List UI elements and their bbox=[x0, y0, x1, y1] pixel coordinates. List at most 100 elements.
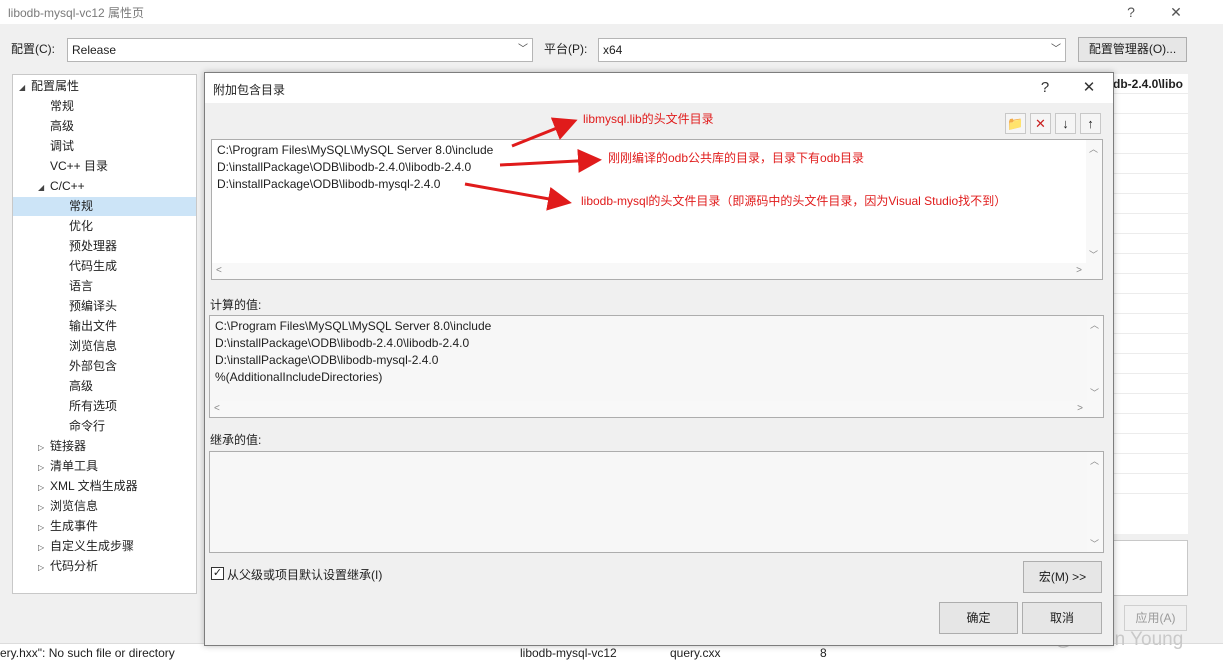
tree-item[interactable]: 外部包含 bbox=[13, 357, 196, 376]
tree-item[interactable]: ▷ 生成事件 bbox=[13, 517, 196, 536]
tree-item[interactable]: 优化 bbox=[13, 217, 196, 236]
config-value: Release bbox=[72, 43, 117, 57]
move-up-icon[interactable]: ↑ bbox=[1080, 113, 1101, 134]
horizontal-scrollbar[interactable]: < > bbox=[210, 401, 1087, 417]
tree-item[interactable]: ▷ 链接器 bbox=[13, 437, 196, 456]
tree-item[interactable]: 预处理器 bbox=[13, 237, 196, 256]
tree-item[interactable]: 所有选项 bbox=[13, 397, 196, 416]
inherit-checkbox[interactable]: ✓ bbox=[211, 567, 224, 580]
tree-item-label: 清单工具 bbox=[50, 459, 99, 473]
status-project: libodb-mysql-vc12 bbox=[520, 646, 617, 660]
tree-item[interactable]: ◢ 配置属性 bbox=[13, 77, 196, 96]
tree-item[interactable]: 调试 bbox=[13, 137, 196, 156]
new-folder-icon[interactable]: 📁 bbox=[1005, 113, 1026, 134]
computed-item: D:\installPackage\ODB\libodb-2.4.0\libod… bbox=[215, 336, 470, 350]
expand-icon[interactable]: ▷ bbox=[38, 498, 50, 517]
annotation-label: 刚刚编译的odb公共库的目录，目录下有odb目录 bbox=[608, 151, 865, 165]
scroll-right-icon[interactable]: > bbox=[1076, 265, 1082, 276]
expand-icon[interactable]: ▷ bbox=[38, 458, 50, 477]
annotation-label: libodb-mysql的头文件目录（即源码中的头文件目录，因为Visual S… bbox=[581, 194, 1007, 208]
tree-item[interactable]: 浏览信息 bbox=[13, 337, 196, 356]
tree-item[interactable]: ▷ 清单工具 bbox=[13, 457, 196, 476]
macros-button[interactable]: 宏(M) >> bbox=[1023, 561, 1102, 593]
inherited-values: ︿ ﹀ bbox=[209, 451, 1104, 553]
tree-item-label: 生成事件 bbox=[50, 519, 99, 533]
scroll-up-icon[interactable]: ︿ bbox=[1090, 454, 1099, 467]
tree-item-label: 高级 bbox=[69, 379, 94, 393]
property-tree[interactable]: ◢ 配置属性 常规 高级 调试 VC++ 目录 ◢ C/C++ 常规 优化 预处理器 代码生成 语言 预编… bbox=[12, 74, 197, 594]
scroll-right-icon[interactable]: > bbox=[1077, 403, 1083, 414]
tree-item-label: 代码生成 bbox=[69, 259, 118, 273]
collapse-icon[interactable]: ◢ bbox=[38, 178, 50, 197]
tree-item[interactable]: 常规 bbox=[13, 197, 196, 216]
scroll-down-icon[interactable]: ﹀ bbox=[1090, 537, 1099, 550]
tree-item[interactable]: 代码生成 bbox=[13, 257, 196, 276]
tree-item[interactable]: ▷ 代码分析 bbox=[13, 557, 196, 576]
vertical-scrollbar[interactable]: ︿ ﹀ bbox=[1087, 316, 1103, 417]
tree-item[interactable]: VC++ 目录 bbox=[13, 157, 196, 176]
tree-item[interactable]: 语言 bbox=[13, 277, 196, 296]
status-message: ery.hxx": No such file or directory bbox=[0, 646, 175, 660]
tree-item-label: 输出文件 bbox=[69, 319, 118, 333]
scroll-left-icon[interactable]: < bbox=[214, 403, 220, 414]
tree-item[interactable]: ▷ 自定义生成步骤 bbox=[13, 537, 196, 556]
inherit-checkbox-label[interactable]: 从父级或项目默认设置继承(I) bbox=[227, 566, 382, 583]
scroll-left-icon[interactable]: < bbox=[216, 265, 222, 276]
vertical-scrollbar[interactable]: ︿ ﹀ bbox=[1086, 140, 1102, 279]
vertical-scrollbar[interactable]: ︿ ﹀ bbox=[1087, 452, 1103, 552]
expand-icon[interactable]: ▷ bbox=[38, 478, 50, 497]
help-button[interactable]: ? bbox=[1119, 2, 1143, 22]
tree-item-label: 命令行 bbox=[69, 419, 106, 433]
move-down-icon[interactable]: ↓ bbox=[1055, 113, 1076, 134]
horizontal-scrollbar[interactable]: < > bbox=[212, 263, 1086, 279]
tree-item[interactable]: 输出文件 bbox=[13, 317, 196, 336]
delete-icon[interactable]: ✕ bbox=[1030, 113, 1051, 134]
platform-dropdown[interactable]: x64 ﹀ bbox=[598, 38, 1066, 62]
config-dropdown[interactable]: Release ﹀ bbox=[67, 38, 533, 62]
property-value[interactable]: db-2.4.0\libo bbox=[1111, 74, 1188, 94]
tree-item-label: 外部包含 bbox=[69, 359, 118, 373]
scroll-down-icon[interactable]: ﹀ bbox=[1089, 248, 1098, 261]
tree-item-label: 调试 bbox=[50, 139, 75, 153]
list-item[interactable]: D:\installPackage\ODB\libodb-mysql-2.4.0 bbox=[217, 176, 440, 193]
dialog-help-button[interactable]: ? bbox=[1033, 77, 1057, 99]
scroll-up-icon[interactable]: ︿ bbox=[1090, 318, 1099, 331]
computed-values: C:\Program Files\MySQL\MySQL Server 8.0\… bbox=[209, 315, 1104, 418]
tree-item-label: 预处理器 bbox=[69, 239, 118, 253]
dialog-title: 附加包含目录 bbox=[213, 83, 286, 97]
tree-item-label: 语言 bbox=[69, 279, 94, 293]
scroll-down-icon[interactable]: ﹀ bbox=[1090, 386, 1099, 399]
scroll-up-icon[interactable]: ︿ bbox=[1089, 142, 1098, 155]
collapse-icon[interactable]: ◢ bbox=[19, 78, 31, 97]
chevron-down-icon: ﹀ bbox=[1051, 44, 1061, 55]
status-file: query.cxx bbox=[670, 646, 721, 660]
tree-item[interactable]: 预编译头 bbox=[13, 297, 196, 316]
expand-icon[interactable]: ▷ bbox=[38, 438, 50, 457]
tree-item-label: C/C++ bbox=[50, 179, 85, 193]
tree-item[interactable]: 高级 bbox=[13, 117, 196, 136]
expand-icon[interactable]: ▷ bbox=[38, 558, 50, 577]
platform-label: 平台(P): bbox=[544, 42, 588, 56]
ok-button[interactable]: 确定 bbox=[939, 602, 1018, 634]
computed-label: 计算的值: bbox=[210, 298, 262, 312]
tree-item[interactable]: ▷ XML 文档生成器 bbox=[13, 477, 196, 496]
status-line: 8 bbox=[820, 646, 827, 660]
property-grid: db-2.4.0\libo bbox=[1110, 74, 1188, 534]
tree-item[interactable]: 常规 bbox=[13, 97, 196, 116]
tree-item-label: 所有选项 bbox=[69, 399, 118, 413]
tree-item-label: XML 文档生成器 bbox=[50, 479, 138, 493]
computed-item: %(AdditionalIncludeDirectories) bbox=[215, 370, 383, 384]
cancel-button[interactable]: 取消 bbox=[1022, 602, 1102, 634]
apply-button[interactable]: 应用(A) bbox=[1124, 605, 1187, 631]
tree-item[interactable]: 命令行 bbox=[13, 417, 196, 436]
dialog-close-icon[interactable]: ✕ bbox=[1077, 77, 1101, 99]
tree-item[interactable]: ◢ C/C++ bbox=[13, 177, 196, 196]
list-item[interactable]: C:\Program Files\MySQL\MySQL Server 8.0\… bbox=[217, 142, 493, 159]
config-manager-button[interactable]: 配置管理器(O)... bbox=[1078, 37, 1187, 62]
expand-icon[interactable]: ▷ bbox=[38, 518, 50, 537]
tree-item[interactable]: ▷ 浏览信息 bbox=[13, 497, 196, 516]
tree-item[interactable]: 高级 bbox=[13, 377, 196, 396]
close-icon[interactable]: ✕ bbox=[1164, 2, 1188, 22]
list-item[interactable]: D:\installPackage\ODB\libodb-2.4.0\libod… bbox=[217, 159, 471, 176]
expand-icon[interactable]: ▷ bbox=[38, 538, 50, 557]
